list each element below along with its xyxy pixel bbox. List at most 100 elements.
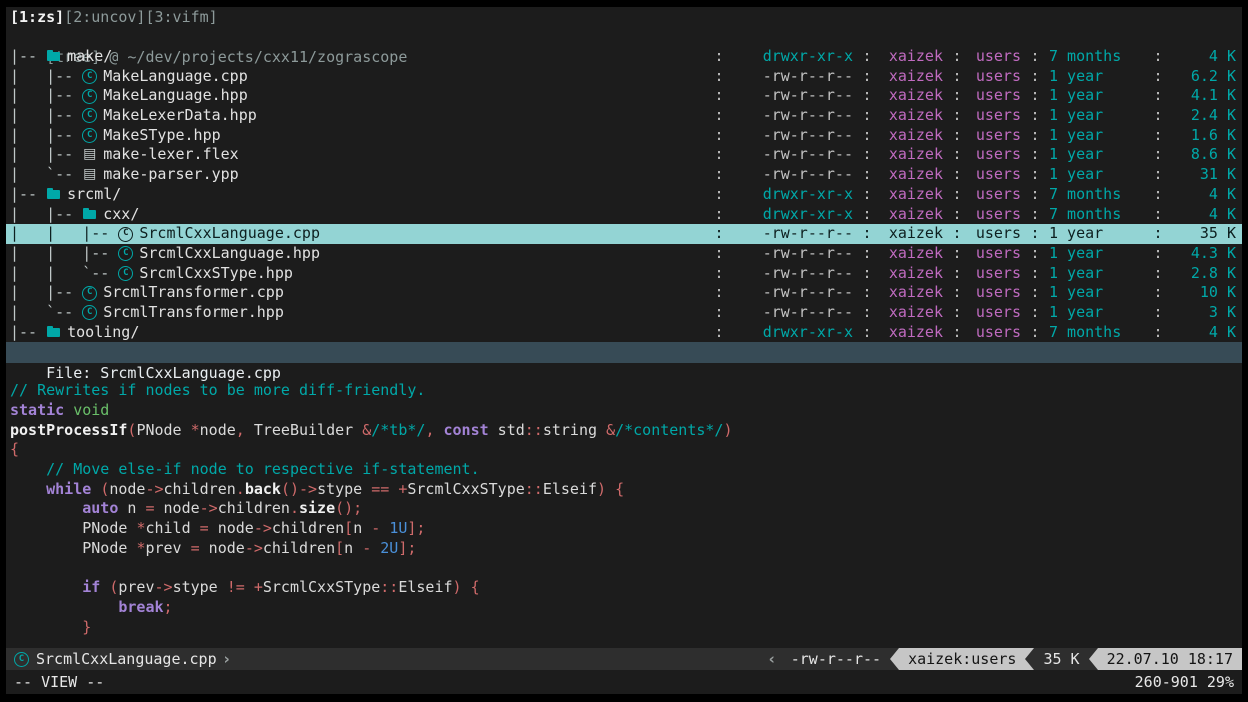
modified-age: 1 year — [1049, 145, 1144, 165]
code-line: auto n = node->children.size(); — [10, 499, 1238, 519]
cpp-file-icon — [14, 652, 29, 667]
modified-age: 1 year — [1049, 224, 1144, 244]
file-size: 4 K — [1172, 205, 1236, 225]
column-separator: : — [1144, 47, 1172, 67]
tree-row[interactable]: | | |-- SrcmlCxxLanguage.cpp:-rw-r--r--:… — [6, 224, 1242, 244]
tree-branch-prefix: |-- — [10, 47, 46, 67]
tree-row[interactable]: | |-- MakeLanguage.hpp:-rw-r--r--:xaizek… — [6, 86, 1242, 106]
statusbar-file: SrcmlCxxLanguage.cpp — [6, 650, 237, 668]
tree-row[interactable]: | | `-- SrcmlCxxSType.hpp:-rw-r--r--:xai… — [6, 264, 1242, 284]
permissions: -rw-r--r-- — [733, 283, 853, 303]
status-segment-owner-group: xaizek:users — [899, 648, 1025, 670]
cpp-file-icon — [82, 286, 97, 301]
column-separator: : — [943, 185, 971, 205]
tree-row[interactable]: | |-- cxx/:drwxr-xr-x:xaizek:users:7 mon… — [6, 205, 1242, 225]
code-line: } — [10, 618, 1238, 638]
column-separator: : — [853, 264, 881, 284]
code-line: if (prev->stype != +SrcmlCxxSType::Elsei… — [10, 578, 1238, 598]
column-separator: : — [1144, 67, 1172, 87]
permissions: -rw-r--r-- — [733, 244, 853, 264]
column-separator: : — [943, 145, 971, 165]
document-icon — [82, 167, 97, 182]
modified-age: 1 year — [1049, 303, 1144, 323]
column-separator: : — [1021, 145, 1049, 165]
code-line: { — [10, 440, 1238, 460]
file-tree: |-- make/:drwxr-xr-x:xaizek:users:7 mont… — [6, 47, 1242, 342]
file-name: make/ — [67, 47, 705, 67]
owner: xaizek — [881, 86, 943, 106]
cpp-file-icon — [82, 128, 97, 143]
column-separator: : — [1021, 224, 1049, 244]
command-line: -- VIEW -- 260-901 29% — [6, 670, 1242, 694]
tmux-window[interactable]: [3:vifm] — [145, 8, 217, 26]
column-separator: : — [705, 205, 733, 225]
code-line — [10, 559, 1238, 579]
tree-row[interactable]: | `-- make-parser.ypp:-rw-r--r--:xaizek:… — [6, 165, 1242, 185]
permissions: -rw-r--r-- — [733, 264, 853, 284]
tree-branch-prefix: | | |-- — [10, 244, 118, 264]
permissions: -rw-r--r-- — [733, 224, 853, 244]
permissions: -rw-r--r-- — [733, 126, 853, 146]
tree-branch-prefix: | |-- — [10, 126, 82, 146]
tree-row[interactable]: | `-- SrcmlTransformer.hpp:-rw-r--r--:xa… — [6, 303, 1242, 323]
code-line: static void — [10, 401, 1238, 421]
tmux-window[interactable]: [2:uncov] — [64, 8, 145, 26]
column-separator: : — [943, 86, 971, 106]
tree-row[interactable]: | |-- MakeLexerData.hpp:-rw-r--r--:xaize… — [6, 106, 1242, 126]
group: users — [971, 165, 1021, 185]
modified-age: 1 year — [1049, 67, 1144, 87]
code-line: // Rewrites if nodes to be more diff-fri… — [10, 381, 1238, 401]
column-separator: : — [1144, 126, 1172, 146]
cpp-file-icon — [82, 108, 97, 123]
column-separator: : — [1021, 283, 1049, 303]
owner: xaizek — [881, 244, 943, 264]
column-separator: : — [1144, 86, 1172, 106]
modified-age: 7 months — [1049, 323, 1144, 343]
tree-row[interactable]: | | |-- SrcmlCxxLanguage.hpp:-rw-r--r--:… — [6, 244, 1242, 264]
statusbar-filename: SrcmlCxxLanguage.cpp — [36, 650, 217, 668]
group: users — [971, 224, 1021, 244]
status-segment-permissions: -rw-r--r-- — [782, 648, 890, 670]
tree-row[interactable]: | |-- MakeLanguage.cpp:-rw-r--r--:xaizek… — [6, 67, 1242, 87]
owner: xaizek — [881, 205, 943, 225]
tree-branch-prefix: | |-- — [10, 283, 82, 303]
column-separator: : — [705, 323, 733, 343]
mode-indicator: -- VIEW -- — [14, 673, 104, 691]
file-name: MakeLanguage.cpp — [103, 67, 705, 87]
column-separator: : — [943, 224, 971, 244]
group: users — [971, 185, 1021, 205]
tree-row[interactable]: |-- make/:drwxr-xr-x:xaizek:users:7 mont… — [6, 47, 1242, 67]
code-line: PNode *child = node->children[n - 1U]; — [10, 519, 1238, 539]
group: users — [971, 106, 1021, 126]
tree-row[interactable]: |-- srcml/:drwxr-xr-x:xaizek:users:7 mon… — [6, 185, 1242, 205]
statusbar-segments: -rw-r--r--xaizek:users35 K22.07.10 18:17 — [762, 648, 1242, 670]
owner: xaizek — [881, 47, 943, 67]
owner: xaizek — [881, 126, 943, 146]
permissions: drwxr-xr-x — [733, 205, 853, 225]
file-size: 4 K — [1172, 47, 1236, 67]
column-separator: : — [853, 145, 881, 165]
column-separator: : — [705, 185, 733, 205]
column-separator: : — [1144, 145, 1172, 165]
tree-branch-prefix: | `-- — [10, 303, 82, 323]
column-separator: : — [1021, 244, 1049, 264]
group: users — [971, 86, 1021, 106]
tree-row[interactable]: | |-- SrcmlTransformer.cpp:-rw-r--r--:xa… — [6, 283, 1242, 303]
tree-row[interactable]: |-- tooling/:drwxr-xr-x:xaizek:users:7 m… — [6, 323, 1242, 343]
permissions: -rw-r--r-- — [733, 145, 853, 165]
file-name: SrcmlCxxSType.hpp — [139, 264, 705, 284]
file-preview: // Rewrites if nodes to be more diff-fri… — [6, 363, 1242, 648]
file-name: make-lexer.flex — [103, 145, 705, 165]
group: users — [971, 303, 1021, 323]
file-name: SrcmlCxxLanguage.hpp — [139, 244, 705, 264]
column-separator: : — [853, 224, 881, 244]
code-line: // Move else-if node to respective if-st… — [10, 460, 1238, 480]
owner: xaizek — [881, 185, 943, 205]
file-size: 4.1 K — [1172, 86, 1236, 106]
cpp-file-icon — [82, 305, 97, 320]
column-separator: : — [705, 47, 733, 67]
column-separator: : — [853, 244, 881, 264]
tree-row[interactable]: | |-- MakeSType.hpp:-rw-r--r--:xaizek:us… — [6, 126, 1242, 146]
tmux-window[interactable]: [1:zs] — [10, 8, 64, 26]
tree-row[interactable]: | |-- make-lexer.flex:-rw-r--r--:xaizek:… — [6, 145, 1242, 165]
